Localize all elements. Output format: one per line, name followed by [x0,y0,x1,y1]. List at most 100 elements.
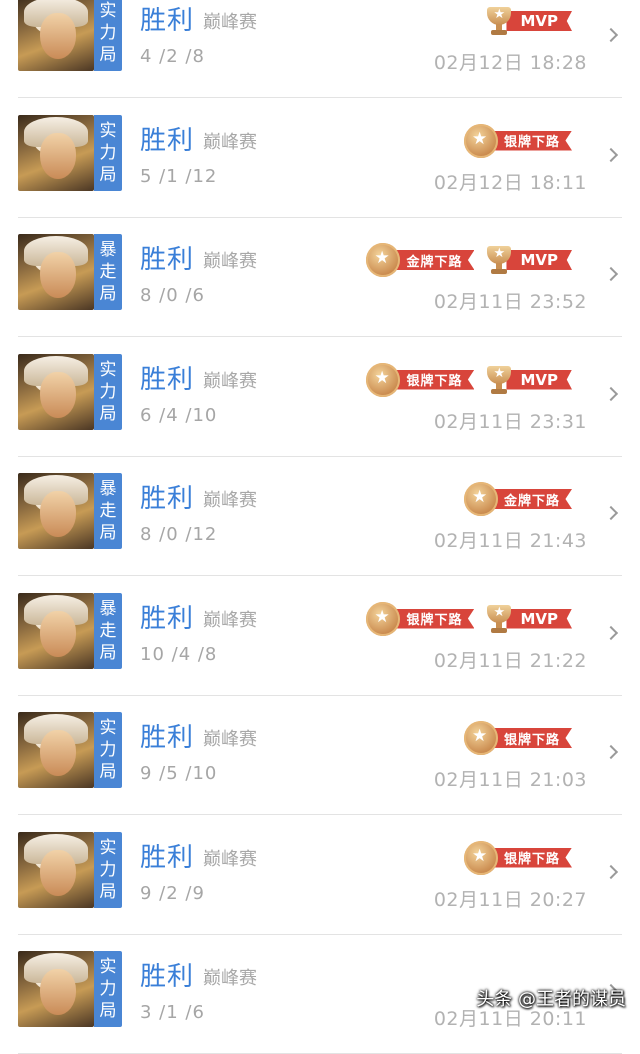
game-type: 巅峰赛 [203,729,257,750]
kda: 9 /2 /9 [140,882,205,904]
mode-char: 暴 [99,479,117,499]
medal-label: 银牌下路 [489,130,572,151]
match-row[interactable]: 暴 走 局 胜利 巅峰赛 10 /4 /8 ★ 银牌下路 ★ MVP 02月11… [0,576,640,696]
kda: 9 /5 /10 [140,763,218,784]
match-time: 02月11日 23:31 [433,410,587,433]
match-row[interactable]: 实 力 局 胜利 巅峰赛 4 /2 /8 ★ MVP 02月12日 18:28 [0,0,640,98]
mode-char: 局 [99,881,117,902]
mode-badge: 暴 走 局 [94,473,122,549]
medal-icon: ★ [366,601,401,636]
medal-icon: ★ [366,362,401,397]
game-type: 巅峰赛 [203,251,257,272]
chevron-right-icon[interactable] [603,386,619,401]
badges: ★ 金牌下路 [463,481,572,517]
mvp-badge: ★ MVP [484,6,572,36]
mode-badge: 实 力 局 [94,0,122,71]
mode-badge: 实 力 局 [94,951,122,1027]
badges: ★ 银牌下路 ★ MVP [366,362,572,398]
mode-char: 实 [99,120,117,141]
badges: ★ 银牌下路 [463,720,572,756]
match-time: 02月12日 18:28 [433,52,587,74]
badges: ★ 银牌下路 [463,123,572,159]
kda: 4 /2 /8 [140,46,205,67]
medal-label: 银牌下路 [392,608,475,629]
medal-badge: ★ 银牌下路 [463,721,572,755]
match-time: 02月11日 20:27 [433,888,587,911]
badges: ★ 金牌下路 ★ MVP [366,242,572,278]
mvp-badge: ★ MVP [484,604,572,634]
kda: 6 /4 /10 [140,404,218,426]
mvp-label: MVP [506,369,572,390]
match-result: 胜利 [140,484,195,514]
medal-label: 银牌下路 [392,369,475,390]
chevron-right-icon[interactable] [603,147,619,162]
mode-char: 局 [99,45,117,65]
match-row[interactable]: 实 力 局 胜利 巅峰赛 9 /5 /10 ★ 银牌下路 02月11日 21:0… [0,695,640,815]
mvp-badge: ★ MVP [484,245,572,275]
match-row[interactable]: 实 力 局 胜利 巅峰赛 5 /1 /12 ★ 银牌下路 02月12日 18:1… [0,98,640,218]
hero-avatar [18,831,94,908]
hero-avatar [18,473,94,549]
hero-avatar [18,234,94,310]
match-row[interactable]: 暴 走 局 胜利 巅峰赛 8 /0 /6 ★ 金牌下路 ★ MVP 02月11日… [0,217,640,337]
mode-char: 力 [99,381,117,402]
match-time: 02月11日 21:43 [433,530,587,552]
game-type: 巅峰赛 [203,609,257,631]
match-result: 胜利 [140,125,195,156]
medal-badge: ★ 银牌下路 [366,362,475,397]
trophy-icon: ★ [484,245,514,275]
match-result: 胜利 [140,245,195,275]
medal-badge: ★ 银牌下路 [463,123,572,158]
medal-label: 银牌下路 [489,728,572,748]
mode-badge: 实 力 局 [94,353,122,430]
chevron-right-icon[interactable] [603,27,619,43]
mode-char: 走 [99,262,117,282]
medal-icon: ★ [463,482,498,516]
mode-badge: 实 力 局 [94,114,122,191]
game-type: 巅峰赛 [203,490,257,511]
chevron-right-icon[interactable] [603,744,619,760]
mode-char: 力 [99,23,117,43]
medal-icon: ★ [463,123,498,158]
match-time: 02月11日 21:22 [433,649,587,672]
hero-avatar [18,951,94,1027]
medal-icon: ★ [463,840,498,875]
mode-badge: 实 力 局 [94,831,122,908]
mode-char: 实 [99,837,117,858]
game-type: 巅峰赛 [203,968,257,989]
trophy-icon: ★ [484,6,514,36]
match-time: 02月11日 21:03 [433,769,587,791]
hero-avatar [18,592,94,669]
mvp-label: MVP [506,11,572,31]
mvp-label: MVP [506,250,572,270]
mode-badge: 暴 走 局 [94,234,122,310]
medal-label: 金牌下路 [392,250,475,270]
hero-avatar [18,114,94,191]
match-row[interactable]: 暴 走 局 胜利 巅峰赛 8 /0 /12 ★ 金牌下路 02月11日 21:4… [0,456,640,576]
match-row[interactable]: 实 力 局 胜利 巅峰赛 9 /2 /9 ★ 银牌下路 02月11日 20:27 [0,815,640,935]
kda: 10 /4 /8 [140,643,218,665]
match-time: 02月11日 23:52 [433,291,587,313]
kda: 8 /0 /12 [140,524,218,545]
kda: 8 /0 /6 [140,285,205,306]
chevron-right-icon[interactable] [603,625,619,640]
mode-char: 力 [99,740,117,760]
mode-char: 局 [99,642,117,663]
mode-char: 走 [99,620,117,641]
badges: ★ 银牌下路 [463,840,572,876]
kda: 5 /1 /12 [140,165,218,187]
mode-char: 力 [99,979,117,999]
mode-char: 局 [99,164,117,185]
chevron-right-icon[interactable] [603,864,619,879]
chevron-right-icon[interactable] [603,505,619,521]
chevron-right-icon[interactable] [603,266,619,282]
mvp-badge: ★ MVP [484,365,572,395]
match-row[interactable]: 实 力 局 胜利 巅峰赛 6 /4 /10 ★ 银牌下路 ★ MVP 02月11… [0,337,640,457]
medal-icon: ★ [366,243,401,277]
mode-char: 实 [99,957,117,977]
game-type: 巅峰赛 [203,12,257,33]
kda: 3 /1 /6 [140,1002,205,1023]
medal-label: 银牌下路 [489,847,572,868]
mode-char: 暴 [99,598,117,619]
match-result: 胜利 [140,962,195,992]
